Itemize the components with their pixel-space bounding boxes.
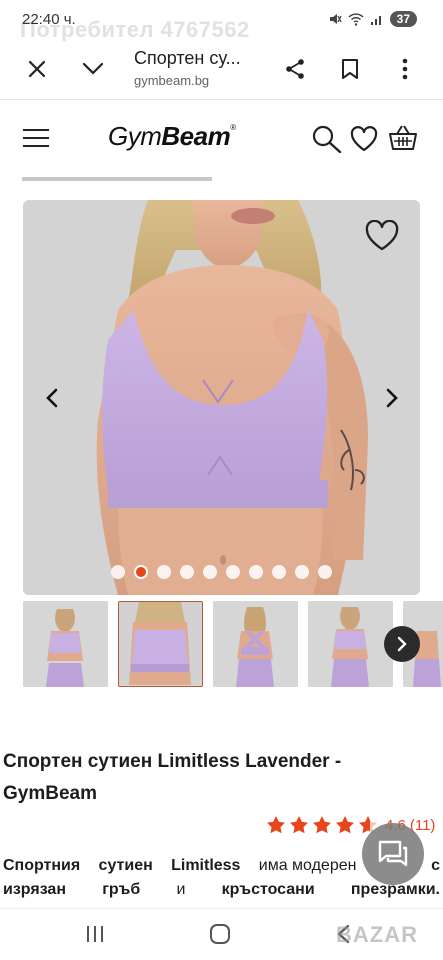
gymbeam-logo[interactable]: GymBeam®	[108, 121, 236, 152]
wifi-icon	[348, 13, 364, 26]
gallery-dot[interactable]	[203, 565, 217, 579]
thumbnail-image	[213, 601, 298, 687]
logo-gym: Gym	[108, 121, 162, 151]
gallery-prev-button[interactable]	[40, 385, 64, 411]
search-button[interactable]	[312, 125, 342, 158]
menu-button[interactable]	[22, 128, 50, 153]
product-gallery[interactable]	[23, 200, 420, 595]
gallery-dot[interactable]	[295, 565, 309, 579]
description-word: кръстосани	[221, 881, 315, 898]
share-icon	[286, 59, 304, 79]
gallery-dot[interactable]	[111, 565, 125, 579]
description-text: има модерен	[258, 857, 357, 874]
description-word: с	[431, 857, 440, 874]
description-word: и	[176, 881, 186, 898]
home-button[interactable]	[205, 921, 235, 947]
thumbnail-image	[119, 602, 201, 685]
more-options-button[interactable]	[390, 54, 420, 84]
description-word: Спортния	[3, 857, 81, 874]
status-bar: Потребител 4767562 22:40 ч. 37	[0, 0, 443, 42]
star-icon	[290, 816, 308, 834]
browser-toolbar: Спортен су... gymbeam.bg	[0, 40, 443, 100]
basket-icon	[389, 125, 417, 150]
hamburger-menu-icon	[23, 129, 49, 147]
star-icon	[313, 816, 331, 834]
product-title: Спортен сутиен Limitless Lavender - GymB…	[3, 751, 342, 804]
more-vert-icon	[402, 58, 408, 80]
gallery-dot[interactable]	[157, 565, 171, 579]
heart-icon	[350, 126, 378, 152]
recent-apps-icon	[87, 926, 103, 942]
status-time: 22:40 ч.	[22, 11, 76, 28]
cart-button[interactable]	[387, 124, 419, 157]
gallery-dots	[23, 565, 420, 579]
mute-icon	[329, 14, 342, 24]
recent-apps-button[interactable]	[80, 921, 110, 947]
chevron-left-icon	[46, 388, 58, 408]
logo-registered: ®	[230, 123, 236, 132]
description-line-2: изрязан гръб и кръстосани презрамки.	[3, 878, 440, 902]
thumbnail-strip	[23, 601, 443, 687]
page-url[interactable]: gymbeam.bg	[134, 73, 209, 88]
chevron-right-icon	[397, 636, 407, 652]
product-photo	[23, 200, 420, 595]
gallery-dot[interactable]	[249, 565, 263, 579]
share-button[interactable]	[280, 54, 310, 84]
thumbnail-image	[308, 601, 393, 687]
gallery-dot[interactable]	[180, 565, 194, 579]
gallery-wishlist-button[interactable]	[362, 216, 402, 256]
site-header: GymBeam®	[0, 100, 443, 181]
signal-icon	[370, 16, 381, 25]
gallery-dot[interactable]	[318, 565, 332, 579]
heart-icon	[365, 220, 399, 251]
star-icon	[336, 816, 354, 834]
chevron-down-icon	[82, 62, 104, 75]
chevron-right-icon	[386, 388, 398, 408]
thumbnail[interactable]	[308, 601, 393, 687]
gallery-dot[interactable]	[226, 565, 240, 579]
gallery-dot[interactable]	[272, 565, 286, 579]
description-word: изрязан	[3, 881, 66, 898]
thumbnail-image	[23, 601, 108, 687]
system-nav-bar: BAZAR	[0, 908, 443, 960]
bookmark-icon	[342, 59, 358, 79]
search-icon	[312, 125, 342, 154]
thumbnail[interactable]	[213, 601, 298, 687]
description-word: гръб	[102, 881, 141, 898]
close-icon	[28, 60, 46, 78]
wishlist-button[interactable]	[350, 126, 378, 157]
bazar-watermark: BAZAR	[336, 922, 418, 947]
chat-icon	[378, 840, 408, 867]
home-icon	[210, 924, 230, 944]
chat-button[interactable]	[362, 823, 424, 885]
bookmark-button[interactable]	[335, 54, 365, 84]
logo-beam: Beam	[161, 121, 231, 151]
close-tab-button[interactable]	[22, 54, 52, 84]
thumbnail-selected[interactable]	[118, 601, 203, 687]
header-scroll-indicator	[22, 177, 212, 181]
gallery-next-button[interactable]	[380, 385, 404, 411]
description-word: сутиен	[98, 857, 153, 874]
description-word: Limitless	[171, 857, 241, 874]
thumbnail[interactable]	[23, 601, 108, 687]
gallery-dot-active[interactable]	[134, 565, 148, 579]
star-icon	[267, 816, 285, 834]
battery-badge: 37	[389, 11, 417, 27]
page-title[interactable]: Спортен су...	[134, 48, 241, 69]
thumbnails-next-button[interactable]	[384, 626, 420, 662]
status-icons: 37	[328, 11, 417, 27]
expand-button[interactable]	[78, 54, 108, 84]
